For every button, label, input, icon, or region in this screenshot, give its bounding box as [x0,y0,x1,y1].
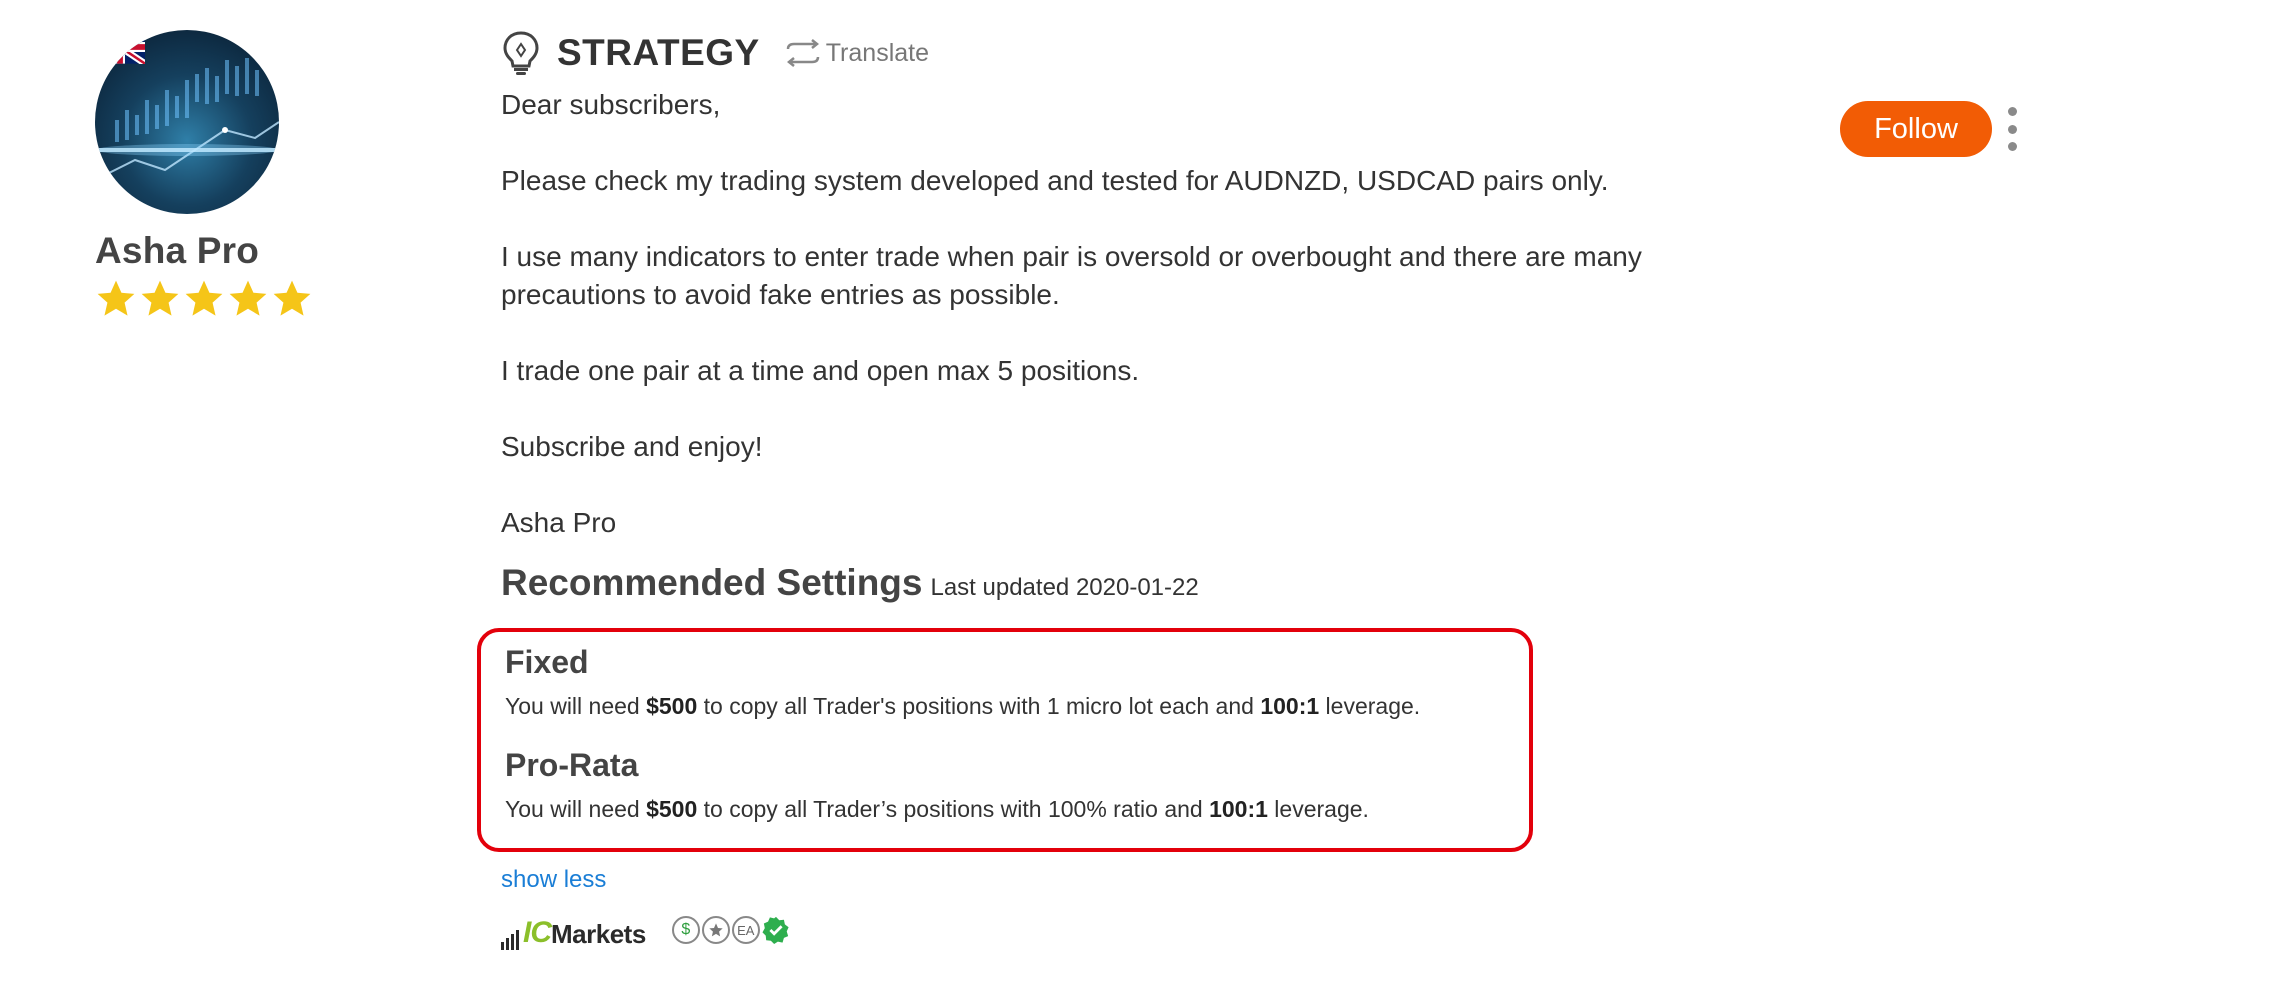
broker-logo-markets: Markets [551,919,646,949]
dot [2007,107,2017,116]
ea-badge-icon: EA [731,916,760,944]
star-badge-icon [701,916,730,944]
trader-profile-page: Asha Pro STRATEGY Translate Dear subscri… [0,0,2269,997]
recommended-settings-title: Recommended Settings [501,562,923,603]
star-icon [141,280,179,316]
show-less-link[interactable]: show less [501,866,606,894]
star-icon [185,280,223,316]
strategy-paragraph: I use many indicators to enter trade whe… [501,241,1642,310]
section-title: STRATEGY [557,32,760,73]
uk-flag-icon [95,30,145,64]
trader-profile-card: Asha Pro [95,30,395,320]
fixed-setting-title: Fixed [505,644,589,680]
recommended-settings-heading: Recommended Settings Last updated 2020-0… [501,562,1801,604]
star-rating [95,278,395,320]
strategy-section: STRATEGY Translate Dear subscribers, Ple… [477,30,1801,950]
trader-badges: $ EA [671,916,792,944]
broker-logo[interactable]: IC Markets [501,910,646,950]
strategy-header: STRATEGY Translate [501,30,1801,76]
bars-icon [501,930,519,950]
star-icon [229,280,267,316]
dollar-badge-icon: $ [671,916,700,944]
strategy-paragraph: Please check my trading system developed… [501,165,1609,196]
follow-button[interactable]: Follow [1840,101,1992,157]
pro-rata-leverage: 100:1 [1209,796,1268,822]
fixed-leverage: 100:1 [1260,693,1320,719]
fixed-amount: $500 [646,693,698,719]
pro-rata-setting-description: You will need $500 to copy all Trader’s … [505,796,1369,822]
dot [2007,124,2017,134]
strategy-paragraph: Dear subscribers, [501,89,721,120]
fixed-setting: Fixed You will need $500 to copy all Tra… [505,644,1420,720]
pro-rata-setting-title: Pro-Rata [505,747,639,783]
verified-badge-icon [762,916,790,944]
strategy-description: Dear subscribers, Please check my tradin… [501,86,1801,542]
broker-logo-ic: IC [523,916,552,949]
broker-info: IC Markets $ EA [501,910,792,950]
star-icon [97,280,135,316]
translate-icon [786,39,819,67]
translate-button[interactable]: Translate [782,39,929,68]
fixed-setting-description: You will need $500 to copy all Trader's … [505,693,1421,719]
strategy-signature: Asha Pro [501,507,617,538]
more-options-icon[interactable] [2004,107,2020,151]
lightbulb-icon [503,31,539,75]
avatar[interactable] [95,30,279,214]
pro-rata-setting: Pro-Rata You will need $500 to copy all … [505,747,1369,823]
settings-highlight-box: Fixed You will need $500 to copy all Tra… [477,628,1533,852]
trader-name: Asha Pro [95,230,260,271]
last-updated-date: Last updated 2020-01-22 [930,574,1199,601]
star-icon [273,280,311,316]
dot [2007,142,2017,151]
strategy-paragraph: Subscribe and enjoy! [501,431,763,462]
translate-label: Translate [825,38,930,67]
strategy-paragraph: I trade one pair at a time and open max … [501,355,1140,386]
pro-rata-amount: $500 [646,796,698,822]
